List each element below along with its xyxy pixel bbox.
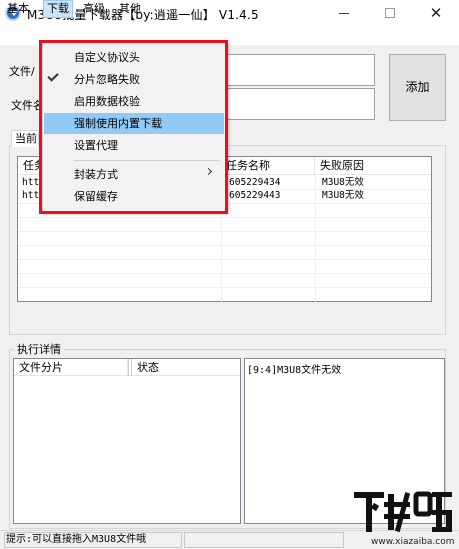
watermark-url: www.xiazaiba.com xyxy=(371,537,455,547)
task-cell: htt xyxy=(22,177,40,188)
status-panel xyxy=(184,532,344,548)
maximize-button[interactable] xyxy=(367,0,413,27)
grid-line xyxy=(18,273,431,274)
segment-list[interactable] xyxy=(13,358,241,524)
column-header-task-name[interactable]: 任务名称 xyxy=(221,157,315,175)
grid-line xyxy=(18,217,431,218)
task-name-cell: 605229443 xyxy=(229,190,281,201)
task-cell: htt xyxy=(22,190,40,201)
minimize-icon xyxy=(339,12,349,14)
file-url-label: 文件/ xyxy=(9,65,35,78)
tab-current[interactable]: 当前 xyxy=(11,130,39,147)
minimize-button[interactable] xyxy=(321,0,367,27)
add-button[interactable]: 添加 xyxy=(389,54,446,121)
annotation-highlight-box xyxy=(39,40,228,214)
maximize-icon xyxy=(385,8,395,18)
status-hint: 提示:可以直接拖入M3U8文件哦 xyxy=(4,532,182,548)
menu-basic[interactable]: 基本 xyxy=(4,0,32,18)
menu-advanced[interactable]: 高级 xyxy=(80,0,108,18)
menu-download[interactable]: 下载 xyxy=(43,0,73,18)
grid-line xyxy=(18,259,431,260)
grid-line xyxy=(18,245,431,246)
grid-line xyxy=(18,287,431,288)
close-button[interactable]: ✕ xyxy=(413,0,459,27)
task-name-cell: 605229434 xyxy=(229,177,281,188)
segment-list-header: 文件分片 状态 xyxy=(14,359,240,376)
log-text: [9:4]M3U8文件无效 xyxy=(247,365,342,376)
column-header-segment[interactable]: 文件分片 xyxy=(14,359,128,376)
grid-line xyxy=(18,231,431,232)
fail-reason-cell: M3U8无效 xyxy=(322,177,364,188)
fail-reason-cell: M3U8无效 xyxy=(322,190,364,201)
column-header-status[interactable]: 状态 xyxy=(132,359,240,376)
execution-title: 执行详情 xyxy=(14,341,64,357)
column-header-fail-reason[interactable]: 失败原因 xyxy=(315,157,431,175)
menu-other[interactable]: 其他 xyxy=(116,0,144,18)
